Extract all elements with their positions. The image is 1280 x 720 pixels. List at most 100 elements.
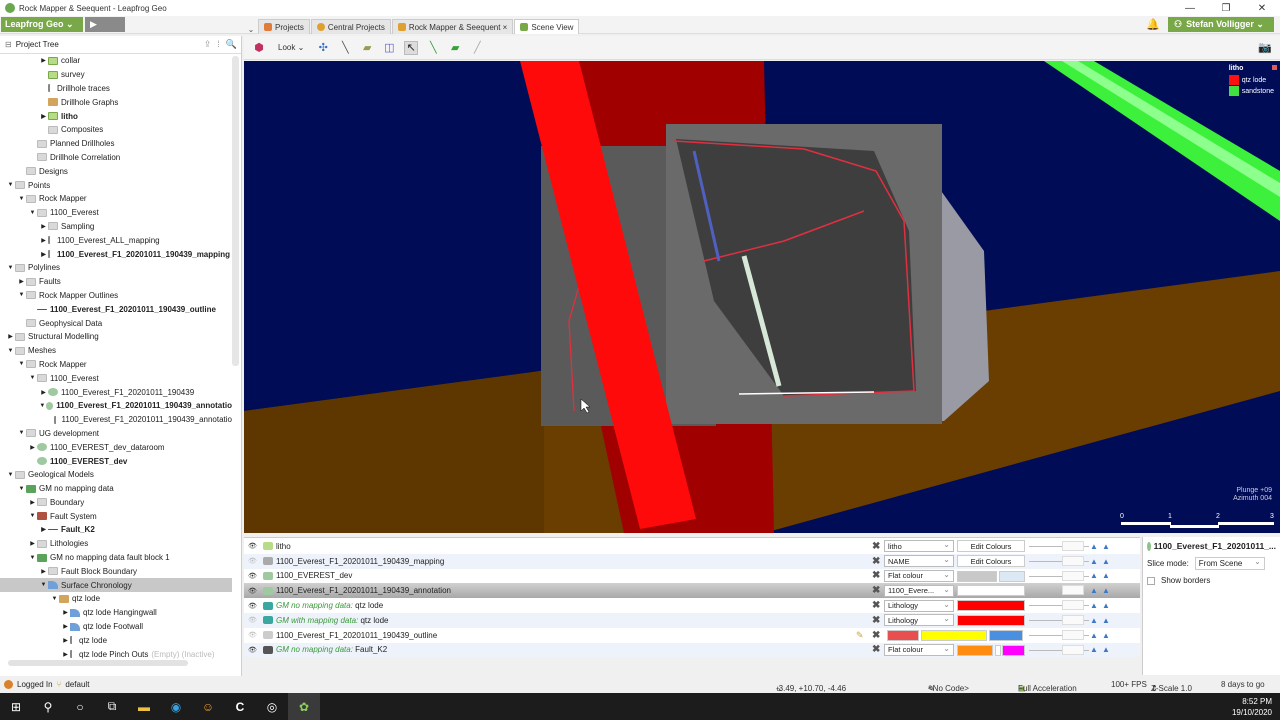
colour-swatch[interactable] (989, 629, 1023, 641)
visibility-eye-icon[interactable]: 👁 (248, 587, 260, 595)
cortana-icon[interactable]: ○ (64, 693, 96, 720)
collapsed-arrow-icon[interactable]: ▶ (61, 637, 70, 644)
show-borders-checkbox[interactable] (1147, 576, 1155, 585)
tree-item[interactable]: ▶ 1100_EVEREST_dev_dataroom (0, 440, 232, 454)
edit-pencil-icon[interactable]: ✎ (856, 630, 864, 641)
visibility-eye-icon[interactable]: 👁 (248, 602, 260, 610)
tree-item[interactable]: ▶ Boundary (0, 496, 232, 510)
screenshot-camera-icon[interactable]: 📷 (1258, 41, 1272, 54)
tree-item[interactable]: ▶ litho (0, 109, 232, 123)
expanded-arrow-icon[interactable]: ▼ (28, 555, 37, 561)
lighting-icon[interactable]: ▲ (1090, 586, 1098, 595)
colour-by-select[interactable]: NAME (884, 555, 954, 568)
remove-from-scene-icon[interactable]: ✖ (872, 630, 880, 641)
tree-item[interactable]: 1100_Everest_F1_20201011_190439_outline (0, 302, 232, 316)
tree-item[interactable]: ▶ qtz lode (0, 633, 232, 647)
mail-icon[interactable]: ☺ (192, 693, 224, 720)
obs-icon[interactable]: ◎ (256, 693, 288, 720)
expanded-arrow-icon[interactable]: ▼ (39, 403, 46, 409)
tree-item[interactable]: survey (0, 68, 232, 82)
transparency-value-box[interactable] (1062, 644, 1084, 655)
legend-close-icon[interactable] (1272, 65, 1277, 70)
tree-item[interactable]: ▼ 1100_Everest_F1_20201011_190439_annotat… (0, 399, 232, 413)
transparency-value-box[interactable] (1062, 629, 1084, 640)
tree-item[interactable]: Composites (0, 123, 232, 137)
slice-icon[interactable]: ⬢ (252, 41, 266, 55)
collapsed-arrow-icon[interactable]: ▶ (28, 540, 37, 547)
tree-item[interactable]: ▶ Faults (0, 275, 232, 289)
c-app-icon[interactable]: C (224, 693, 256, 720)
drillhole-tool-icon[interactable]: ✣ (316, 41, 330, 55)
system-clock[interactable]: 8:52 PM 19/10/2020 (1232, 696, 1272, 718)
remove-from-scene-icon[interactable]: ✖ (872, 644, 880, 655)
tree-item[interactable]: 1100_EVEREST_dev (0, 454, 232, 468)
shape-list-row[interactable]: 👁 1100_EVEREST_dev ✖ Flat colour ▲ ▲ (244, 569, 1140, 584)
visibility-eye-icon[interactable]: 👁 (248, 616, 260, 624)
remove-from-scene-icon[interactable]: ✖ (872, 556, 880, 567)
draw-surface-icon[interactable]: ▰ (360, 41, 374, 55)
draw-line-icon[interactable]: ╲ (426, 41, 440, 55)
shape-list-row[interactable]: 👁 litho ✖ litho Edit Colours ▲ ▲ (244, 539, 1140, 554)
visibility-eye-icon[interactable]: 👁 (248, 572, 260, 580)
colour-by-select[interactable]: Flat colour (884, 643, 954, 656)
transparency-value-box[interactable] (1062, 555, 1084, 566)
shading-icon[interactable]: ▲ (1102, 616, 1110, 625)
visibility-eye-icon[interactable]: 👁 (248, 557, 260, 565)
leapfrog-icon[interactable]: ✿ (288, 693, 320, 720)
tree-item[interactable]: ▼ Rock Mapper Outlines (0, 289, 232, 303)
tree-item[interactable]: ▶ Fault_K2 (0, 523, 232, 537)
remove-from-scene-icon[interactable]: ✖ (872, 615, 880, 626)
remove-from-scene-icon[interactable]: ✖ (872, 541, 880, 552)
lighting-icon[interactable]: ▲ (1090, 631, 1098, 640)
task-view-icon[interactable]: ⧉ (96, 693, 128, 720)
lighting-icon[interactable]: ▲ (1090, 557, 1098, 566)
file-explorer-icon[interactable]: ▬ (128, 693, 160, 720)
expanded-arrow-icon[interactable]: ▼ (28, 513, 37, 519)
colour-swatch[interactable] (957, 615, 1025, 626)
shading-icon[interactable]: ▲ (1102, 645, 1110, 654)
tree-item[interactable]: ▶ Fault Block Boundary (0, 564, 232, 578)
collapsed-arrow-icon[interactable]: ▶ (39, 223, 48, 230)
tree-item[interactable]: ▼ Fault System (0, 509, 232, 523)
look-dropdown[interactable]: Look ⌄ (274, 43, 308, 52)
colour-swatch[interactable] (957, 570, 997, 582)
colour-by-select[interactable]: Lithology (884, 599, 954, 612)
tab-list-chevron-icon[interactable]: ⌄ (244, 25, 258, 34)
colour-by-select[interactable]: Lithology (884, 614, 954, 627)
transparency-value-box[interactable] (1062, 570, 1084, 581)
notifications-bell-icon[interactable]: 🔔 (1146, 18, 1160, 31)
tree-item[interactable]: ▶ qtz lode Pinch Outs (Empty) (Inactive) (0, 647, 232, 661)
collapsed-arrow-icon[interactable]: ▶ (39, 251, 48, 258)
collapsed-arrow-icon[interactable]: ▶ (17, 278, 26, 285)
lighting-icon[interactable]: ▲ (1090, 645, 1098, 654)
tree-item[interactable]: ▶ Sampling (0, 220, 232, 234)
tree-item[interactable]: ▼ GM no mapping data fault block 1 (0, 551, 232, 565)
tree-item[interactable]: Drillhole Graphs (0, 95, 232, 109)
search-icon[interactable]: 🔍 (226, 39, 237, 50)
tree-item[interactable]: Drillhole Correlation (0, 151, 232, 165)
collapsed-arrow-icon[interactable]: ▶ (39, 389, 48, 396)
lighting-icon[interactable]: ▲ (1090, 571, 1098, 580)
scene-canvas[interactable] (244, 61, 1280, 533)
tree-item[interactable]: Designs (0, 164, 232, 178)
tree-item[interactable]: ▶ 1100_Everest_F1_20201011_190439 (0, 385, 232, 399)
draw-green-icon[interactable]: ▰ (448, 41, 462, 55)
tree-item[interactable]: ▼ Geological Models (0, 468, 232, 482)
tree-item[interactable]: ▼ Rock Mapper (0, 192, 232, 206)
collapsed-arrow-icon[interactable]: ▶ (61, 623, 70, 630)
tree-item[interactable]: ▼ Rock Mapper (0, 358, 232, 372)
tree-vertical-scrollbar[interactable] (232, 56, 239, 366)
expanded-arrow-icon[interactable]: ▼ (17, 430, 26, 436)
tab-scene-view[interactable]: Scene View (514, 19, 580, 34)
tree-item[interactable]: Planned Drillholes (0, 137, 232, 151)
shape-list-row[interactable]: 👁 1100_Everest_F1_20201011_190439_outline… (244, 628, 1140, 643)
colour-swatch[interactable] (995, 644, 1001, 656)
expanded-arrow-icon[interactable]: ▼ (6, 472, 15, 478)
tab-projects[interactable]: Projects (258, 19, 310, 34)
tree-horizontal-scrollbar[interactable] (8, 660, 188, 666)
shape-list-row[interactable]: 👁 GM with mapping data: qtz lode ✖ Litholog… (244, 613, 1140, 628)
remove-from-scene-icon[interactable]: ✖ (872, 585, 880, 596)
collapsed-arrow-icon[interactable]: ▶ (39, 526, 48, 533)
maximize-button[interactable]: ❐ (1208, 0, 1244, 16)
windows-start-icon[interactable]: ⊞ (0, 693, 32, 720)
